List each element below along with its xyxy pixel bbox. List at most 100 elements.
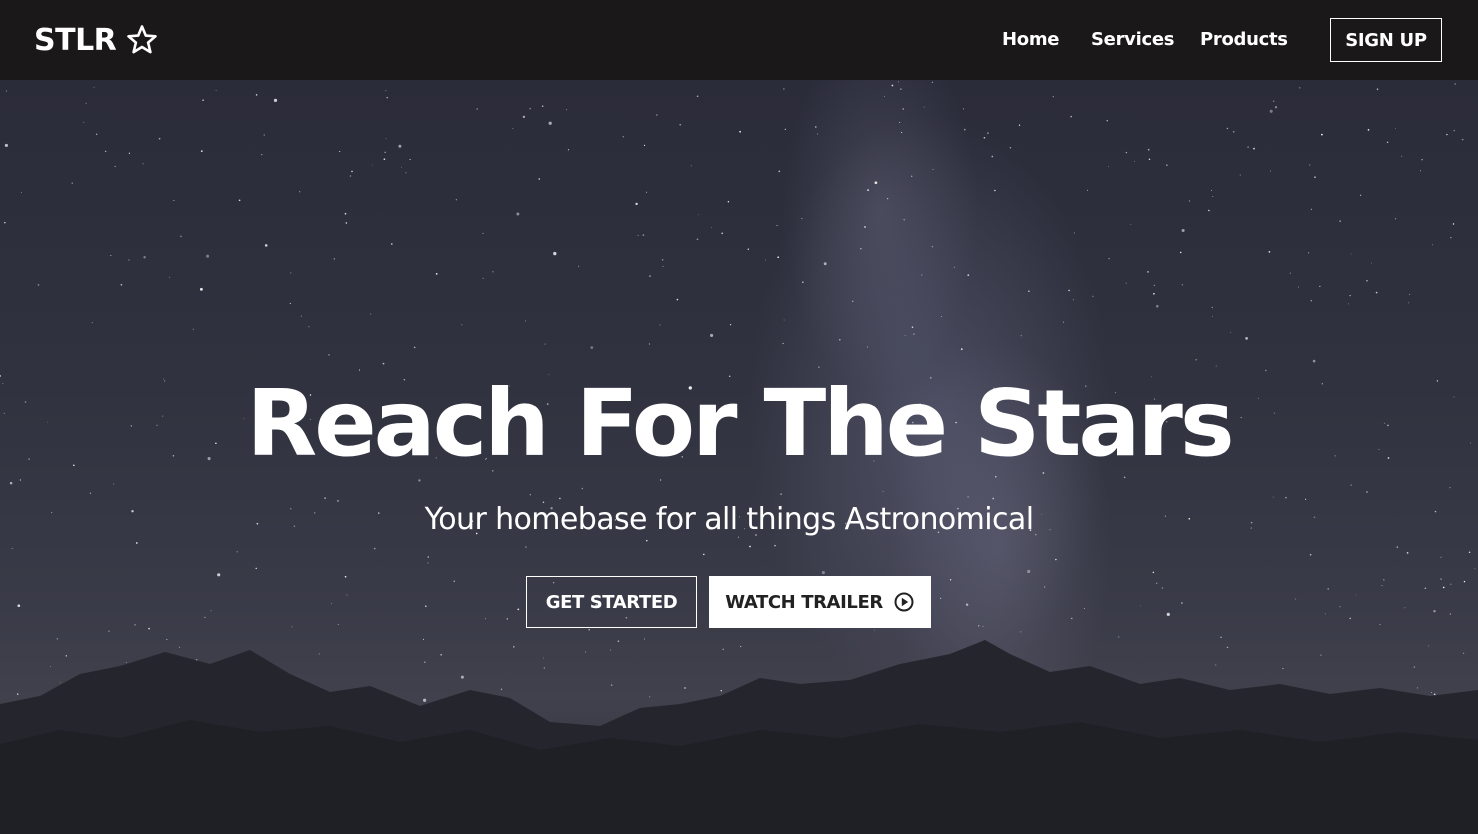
star-dot <box>114 165 116 167</box>
star-dot <box>1009 147 1012 149</box>
star-dot <box>1195 359 1197 361</box>
nav-link-products[interactable]: Products <box>1200 29 1288 50</box>
star-dot <box>1452 223 1455 225</box>
star-dot <box>1432 244 1434 246</box>
star-dot <box>1269 109 1273 113</box>
star-dot <box>1339 220 1341 222</box>
star-dot <box>1386 141 1389 144</box>
play-circle-icon <box>893 591 915 613</box>
star-dot <box>413 346 416 349</box>
star-dot <box>291 626 293 628</box>
star-dot <box>1044 586 1046 588</box>
star-dot <box>544 343 546 345</box>
star-dot <box>206 254 210 258</box>
star-dot <box>679 124 681 126</box>
star-dot <box>1350 253 1352 255</box>
star-dot <box>5 90 8 92</box>
star-dot <box>1072 299 1074 301</box>
nav-link-home[interactable]: Home <box>1002 29 1060 50</box>
star-dot <box>1071 617 1073 620</box>
star-dot <box>1440 556 1442 558</box>
star-dot <box>1148 158 1151 161</box>
star-dot <box>784 128 786 130</box>
star-dot <box>965 603 969 606</box>
star-dot <box>698 214 699 216</box>
star-dot <box>1253 147 1255 150</box>
star-dot <box>1134 161 1135 163</box>
star-dot <box>1289 272 1292 274</box>
star-dot <box>978 625 980 627</box>
star-dot <box>1310 208 1312 210</box>
star-dot <box>9 481 13 485</box>
star-dot <box>525 546 527 548</box>
star-dot <box>373 547 376 550</box>
nav-links: Home Services Products <box>0 0 1478 80</box>
star-dot <box>659 324 661 326</box>
star-dot <box>1265 369 1267 372</box>
star-dot <box>774 544 776 547</box>
star-dot <box>874 181 878 185</box>
star-dot <box>904 335 906 336</box>
star-dot <box>656 114 658 116</box>
star-dot <box>238 199 241 202</box>
star-dot <box>1440 578 1442 580</box>
star-dot <box>882 490 884 493</box>
star-dot <box>899 121 901 124</box>
star-dot <box>867 346 869 348</box>
star-dot <box>643 144 646 146</box>
star-dot <box>1408 302 1410 304</box>
star-dot <box>776 225 778 226</box>
star-dot <box>1327 588 1329 590</box>
star-dot <box>1449 613 1451 615</box>
star-dot <box>1339 606 1341 608</box>
star-dot <box>1298 87 1301 89</box>
star-dot <box>344 212 347 215</box>
star-dot <box>158 137 161 140</box>
star-dot <box>1404 607 1406 609</box>
star-dot <box>427 556 429 558</box>
star-dot <box>1215 365 1217 367</box>
nav-link-services[interactable]: Services <box>1091 29 1174 50</box>
star-dot <box>482 232 484 234</box>
star-dot <box>1147 271 1149 273</box>
star-dot <box>1092 295 1094 297</box>
star-dot <box>96 133 98 135</box>
star-dot <box>1052 95 1054 98</box>
star-dot <box>992 497 995 500</box>
star-dot <box>1367 129 1370 131</box>
star-dot <box>199 287 203 291</box>
star-dot <box>255 94 258 96</box>
star-dot <box>1359 194 1362 196</box>
star-dot <box>783 88 785 90</box>
star-dot <box>1239 174 1241 176</box>
star-dot <box>662 265 664 267</box>
star-dot <box>17 604 21 608</box>
star-dot <box>1232 130 1235 133</box>
star-dot <box>1068 289 1070 292</box>
star-dot <box>661 259 664 261</box>
star-dot <box>1166 612 1170 617</box>
star-dot <box>1161 587 1164 589</box>
sign-up-button[interactable]: SIGN UP <box>1330 18 1442 62</box>
star-dot <box>19 479 21 481</box>
star-dot <box>1396 546 1399 548</box>
star-dot <box>192 328 194 330</box>
star-dot <box>492 271 494 273</box>
star-dot <box>1347 303 1350 305</box>
star-dot <box>351 170 353 173</box>
star-dot <box>71 182 73 184</box>
star-dot <box>1230 331 1232 333</box>
star-dot <box>104 150 107 153</box>
star-dot <box>1450 583 1452 585</box>
star-dot <box>337 624 339 625</box>
star-dot <box>339 151 341 153</box>
top-navbar: STLR Home Services Products SIGN UP <box>0 0 1478 80</box>
star-dot <box>559 497 561 500</box>
star-dot <box>646 539 648 542</box>
star-dot <box>345 222 348 224</box>
star-dot <box>1310 300 1313 302</box>
star-dot <box>289 302 291 305</box>
get-started-button[interactable]: GET STARTED <box>526 576 697 628</box>
watch-trailer-button[interactable]: WATCH TRAILER <box>709 576 931 628</box>
star-dot <box>646 191 648 193</box>
